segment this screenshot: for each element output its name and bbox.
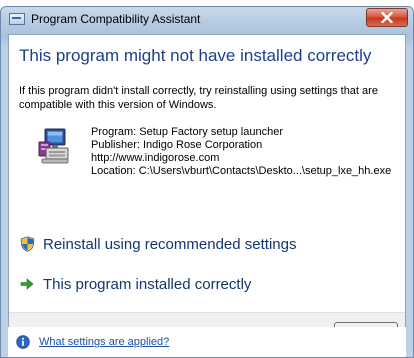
close-button[interactable] [366, 8, 408, 27]
info-icon [16, 335, 30, 349]
close-icon [381, 12, 393, 23]
app-window-icon [9, 13, 25, 25]
description-text: If this program didn't install correctly… [19, 85, 378, 111]
program-name: Program: Setup Factory setup launcher [91, 126, 283, 138]
dialog-content: This program might not have installed co… [8, 34, 406, 355]
reinstall-command-label: Reinstall using recommended settings [43, 235, 297, 253]
program-details: Program: Setup Factory setup launcher Pu… [91, 126, 391, 178]
uac-shield-icon [19, 236, 35, 252]
titlebar[interactable]: Program Compatibility Assistant [1, 7, 413, 33]
green-arrow-icon [19, 276, 35, 292]
program-website: http://www.indigorose.com [91, 152, 220, 164]
main-instruction: This program might not have installed co… [19, 46, 372, 65]
window-title: Program Compatibility Assistant [31, 12, 201, 26]
settings-applied-link[interactable]: What settings are applied? [39, 336, 169, 348]
installer-computer-icon [38, 128, 69, 164]
reinstall-recommended-command[interactable]: Reinstall using recommended settings [19, 231, 296, 257]
program-publisher: Publisher: Indigo Rose Corporation [91, 139, 263, 151]
compatibility-assistant-dialog: Program Compatibility Assistant This pro… [0, 6, 414, 358]
installed-correctly-command[interactable]: This program installed correctly [19, 271, 251, 297]
installed-command-label: This program installed correctly [43, 275, 252, 293]
footer-area: What settings are applied? [8, 327, 406, 357]
program-location: Location: C:\Users\vburt\Contacts\Deskto… [91, 165, 392, 177]
